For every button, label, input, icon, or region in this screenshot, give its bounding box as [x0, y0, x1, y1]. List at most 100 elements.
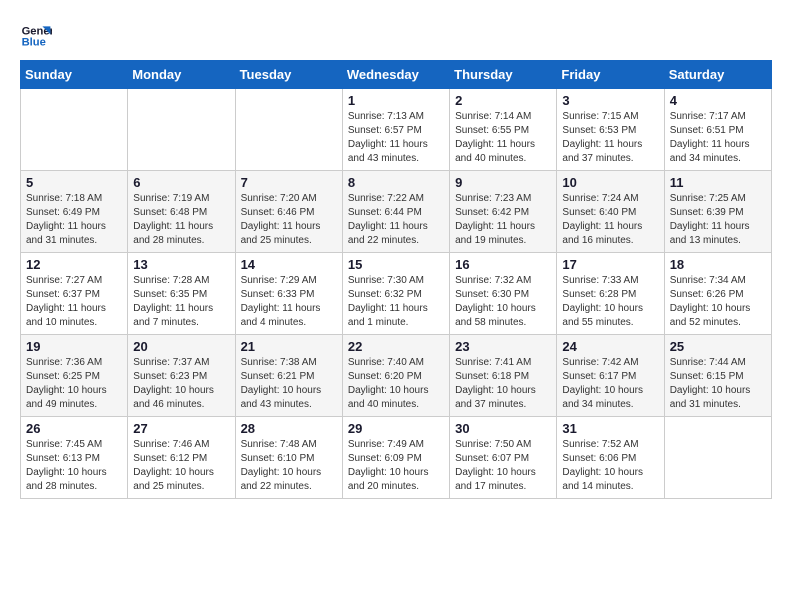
calendar-cell: 20 Sunrise: 7:37 AM Sunset: 6:23 PM Dayli… [128, 335, 235, 417]
page-header: General Blue [20, 20, 772, 52]
day-number: 18 [670, 257, 766, 272]
weekday-header: Friday [557, 61, 664, 89]
day-number: 2 [455, 93, 551, 108]
day-info: Sunrise: 7:29 AM Sunset: 6:33 PM Dayligh… [241, 274, 337, 330]
day-info: Sunrise: 7:30 AM Sunset: 6:32 PM Dayligh… [348, 274, 444, 330]
day-number: 30 [455, 421, 551, 436]
day-info: Sunrise: 7:45 AM Sunset: 6:13 PM Dayligh… [26, 438, 122, 494]
day-info: Sunrise: 7:25 AM Sunset: 6:39 PM Dayligh… [670, 192, 766, 248]
day-number: 15 [348, 257, 444, 272]
day-info: Sunrise: 7:46 AM Sunset: 6:12 PM Dayligh… [133, 438, 229, 494]
calendar-cell: 8 Sunrise: 7:22 AM Sunset: 6:44 PM Daylig… [342, 171, 449, 253]
calendar-cell [128, 89, 235, 171]
day-info: Sunrise: 7:23 AM Sunset: 6:42 PM Dayligh… [455, 192, 551, 248]
day-number: 25 [670, 339, 766, 354]
weekday-header: Sunday [21, 61, 128, 89]
calendar-cell: 17 Sunrise: 7:33 AM Sunset: 6:28 PM Dayli… [557, 253, 664, 335]
calendar-cell: 2 Sunrise: 7:14 AM Sunset: 6:55 PM Daylig… [450, 89, 557, 171]
day-info: Sunrise: 7:20 AM Sunset: 6:46 PM Dayligh… [241, 192, 337, 248]
day-number: 4 [670, 93, 766, 108]
calendar-cell: 28Sunrise: 7:48 AM Sunset: 6:10 PM Dayli… [235, 417, 342, 499]
day-info: Sunrise: 7:37 AM Sunset: 6:23 PM Dayligh… [133, 356, 229, 412]
calendar-cell: 15 Sunrise: 7:30 AM Sunset: 6:32 PM Dayli… [342, 253, 449, 335]
day-info: Sunrise: 7:49 AM Sunset: 6:09 PM Dayligh… [348, 438, 444, 494]
day-info: Sunrise: 7:19 AM Sunset: 6:48 PM Dayligh… [133, 192, 229, 248]
day-number: 17 [562, 257, 658, 272]
calendar-cell: 26 Sunrise: 7:45 AM Sunset: 6:13 PM Dayli… [21, 417, 128, 499]
day-number: 8 [348, 175, 444, 190]
calendar-cell: 22 Sunrise: 7:40 AM Sunset: 6:20 PM Dayli… [342, 335, 449, 417]
day-info: Sunrise: 7:13 AM Sunset: 6:57 PM Dayligh… [348, 110, 444, 166]
weekday-header: Saturday [664, 61, 771, 89]
day-number: 13 [133, 257, 229, 272]
weekday-header: Thursday [450, 61, 557, 89]
calendar-cell [235, 89, 342, 171]
calendar-cell: 13 Sunrise: 7:28 AM Sunset: 6:35 PM Dayli… [128, 253, 235, 335]
calendar-cell: 11 Sunrise: 7:25 AM Sunset: 6:39 PM Dayli… [664, 171, 771, 253]
day-number: 23 [455, 339, 551, 354]
weekday-header: Monday [128, 61, 235, 89]
calendar-cell: 4 Sunrise: 7:17 AM Sunset: 6:51 PM Daylig… [664, 89, 771, 171]
weekday-header: Wednesday [342, 61, 449, 89]
calendar-cell: 14 Sunrise: 7:29 AM Sunset: 6:33 PM Dayli… [235, 253, 342, 335]
day-number: 26 [26, 421, 122, 436]
day-number: 3 [562, 93, 658, 108]
calendar-cell [664, 417, 771, 499]
calendar-cell: 12 Sunrise: 7:27 AM Sunset: 6:37 PM Dayli… [21, 253, 128, 335]
day-info: Sunrise: 7:50 AM Sunset: 6:07 PM Dayligh… [455, 438, 551, 494]
day-info: Sunrise: 7:36 AM Sunset: 6:25 PM Dayligh… [26, 356, 122, 412]
day-number: 10 [562, 175, 658, 190]
calendar-cell: 9 Sunrise: 7:23 AM Sunset: 6:42 PM Daylig… [450, 171, 557, 253]
day-number: 28 [241, 421, 337, 436]
day-info: Sunrise: 7:27 AM Sunset: 6:37 PM Dayligh… [26, 274, 122, 330]
calendar-cell: 29Sunrise: 7:49 AM Sunset: 6:09 PM Dayli… [342, 417, 449, 499]
day-info: Sunrise: 7:24 AM Sunset: 6:40 PM Dayligh… [562, 192, 658, 248]
day-number: 12 [26, 257, 122, 272]
calendar-cell: 27Sunrise: 7:46 AM Sunset: 6:12 PM Dayli… [128, 417, 235, 499]
calendar-cell: 23 Sunrise: 7:41 AM Sunset: 6:18 PM Dayli… [450, 335, 557, 417]
calendar-cell: 25 Sunrise: 7:44 AM Sunset: 6:15 PM Dayli… [664, 335, 771, 417]
day-info: Sunrise: 7:33 AM Sunset: 6:28 PM Dayligh… [562, 274, 658, 330]
day-number: 6 [133, 175, 229, 190]
calendar-cell: 21 Sunrise: 7:38 AM Sunset: 6:21 PM Dayli… [235, 335, 342, 417]
day-number: 14 [241, 257, 337, 272]
day-info: Sunrise: 7:41 AM Sunset: 6:18 PM Dayligh… [455, 356, 551, 412]
day-info: Sunrise: 7:38 AM Sunset: 6:21 PM Dayligh… [241, 356, 337, 412]
day-info: Sunrise: 7:15 AM Sunset: 6:53 PM Dayligh… [562, 110, 658, 166]
day-info: Sunrise: 7:18 AM Sunset: 6:49 PM Dayligh… [26, 192, 122, 248]
svg-text:Blue: Blue [22, 37, 46, 49]
day-info: Sunrise: 7:44 AM Sunset: 6:15 PM Dayligh… [670, 356, 766, 412]
day-number: 11 [670, 175, 766, 190]
day-number: 21 [241, 339, 337, 354]
calendar-cell: 3 Sunrise: 7:15 AM Sunset: 6:53 PM Daylig… [557, 89, 664, 171]
logo-icon: General Blue [20, 20, 52, 52]
day-number: 5 [26, 175, 122, 190]
day-info: Sunrise: 7:17 AM Sunset: 6:51 PM Dayligh… [670, 110, 766, 166]
day-number: 20 [133, 339, 229, 354]
day-number: 9 [455, 175, 551, 190]
calendar-cell: 1 Sunrise: 7:13 AM Sunset: 6:57 PM Daylig… [342, 89, 449, 171]
day-info: Sunrise: 7:22 AM Sunset: 6:44 PM Dayligh… [348, 192, 444, 248]
calendar-cell: 19 Sunrise: 7:36 AM Sunset: 6:25 PM Dayli… [21, 335, 128, 417]
day-number: 7 [241, 175, 337, 190]
day-number: 22 [348, 339, 444, 354]
calendar-cell: 5 Sunrise: 7:18 AM Sunset: 6:49 PM Daylig… [21, 171, 128, 253]
day-number: 24 [562, 339, 658, 354]
calendar-table: SundayMondayTuesdayWednesdayThursdayFrid… [20, 60, 772, 499]
logo: General Blue [20, 20, 56, 52]
day-number: 19 [26, 339, 122, 354]
day-number: 31 [562, 421, 658, 436]
day-info: Sunrise: 7:14 AM Sunset: 6:55 PM Dayligh… [455, 110, 551, 166]
day-info: Sunrise: 7:32 AM Sunset: 6:30 PM Dayligh… [455, 274, 551, 330]
day-number: 1 [348, 93, 444, 108]
day-info: Sunrise: 7:42 AM Sunset: 6:17 PM Dayligh… [562, 356, 658, 412]
calendar-cell: 10 Sunrise: 7:24 AM Sunset: 6:40 PM Dayli… [557, 171, 664, 253]
day-info: Sunrise: 7:34 AM Sunset: 6:26 PM Dayligh… [670, 274, 766, 330]
calendar-cell: 31 Sunrise: 7:52 AM Sunset: 6:06 PM Dayli… [557, 417, 664, 499]
calendar-cell: 16Sunrise: 7:32 AM Sunset: 6:30 PM Dayli… [450, 253, 557, 335]
weekday-header: Tuesday [235, 61, 342, 89]
day-info: Sunrise: 7:40 AM Sunset: 6:20 PM Dayligh… [348, 356, 444, 412]
day-info: Sunrise: 7:28 AM Sunset: 6:35 PM Dayligh… [133, 274, 229, 330]
calendar-cell [21, 89, 128, 171]
day-info: Sunrise: 7:52 AM Sunset: 6:06 PM Dayligh… [562, 438, 658, 494]
